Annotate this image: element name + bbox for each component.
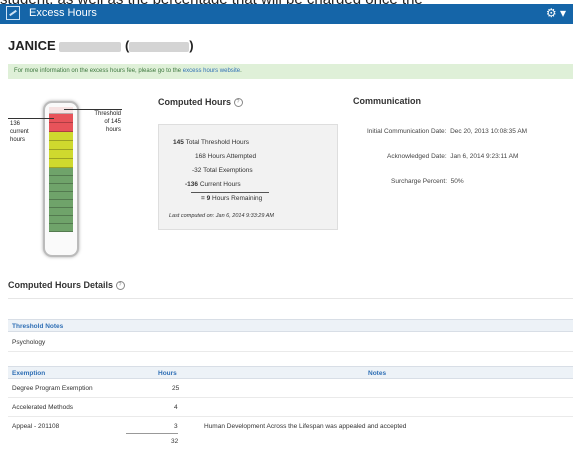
initial-communication-row: Initial Communication Date: Dec 20, 2013… (367, 128, 528, 135)
exemption-cell: Degree Program Exemption (12, 385, 93, 392)
hours-cell: 4 (174, 404, 178, 411)
info-bar-end: . (240, 68, 242, 74)
help-icon[interactable]: ? (115, 281, 125, 291)
gauge-segment (49, 192, 73, 200)
hours-gauge (43, 101, 79, 257)
computed-hours-box: 145 Total Threshold Hours 168 Hours Atte… (158, 124, 338, 230)
communication-heading: Communication (353, 96, 422, 106)
total-rule (126, 433, 178, 434)
gauge-segment (49, 208, 73, 216)
computed-hours-details-heading: Computed Hours Details ? (8, 280, 125, 291)
gauge-segment (49, 224, 73, 232)
current-marker-line (8, 118, 54, 119)
hours-cell: 3 (174, 423, 178, 430)
threshold-hours-row: 145 Total Threshold Hours (173, 139, 250, 146)
computed-hours-heading: Computed Hours ? (158, 97, 243, 108)
gauge-segment (49, 141, 73, 150)
gauge-segment (49, 200, 73, 208)
help-icon[interactable]: ? (233, 98, 243, 108)
exemption-cell: Appeal - 201108 (12, 423, 60, 430)
info-bar: For more information on the excess hours… (8, 64, 573, 79)
exemption-cell: Accelerated Methods (12, 404, 74, 411)
gauge-segment (49, 184, 73, 192)
row-divider (8, 397, 573, 398)
info-bar-text: For more information on the excess hours… (14, 68, 182, 74)
redacted-last-name (59, 41, 122, 52)
app-header: Excess Hours ⚙ ▾ (0, 4, 573, 24)
surcharge-row: Surcharge Percent: 50% (391, 178, 464, 185)
redacted-student-id (129, 41, 190, 52)
gauge-segment (49, 132, 73, 141)
gear-icon[interactable]: ⚙ ▾ (546, 6, 566, 20)
gauge-segment (49, 216, 73, 224)
paren-close: ) (189, 38, 194, 53)
app-title: Excess Hours (29, 7, 97, 19)
gauge-segment (49, 168, 73, 176)
gauge-segment (49, 176, 73, 184)
threshold-notes-value: Psychology (12, 339, 46, 346)
total-hours: 32 (171, 438, 179, 445)
column-hours: Hours (158, 370, 177, 377)
current-hours-row: -136 Current Hours (185, 181, 241, 188)
current-hours-label: 136 current hours (10, 121, 29, 143)
row-divider (8, 351, 573, 352)
gauge-segment (49, 123, 73, 132)
exemption-table-header: Exemption Hours Notes (8, 366, 573, 379)
exemptions-row: -32 Total Exemptions (192, 167, 253, 174)
acknowledged-row: Acknowledged Date: Jan 6, 2014 9:23:11 A… (387, 153, 519, 160)
last-computed: Last computed on: Jan 6, 2014 9:33:29 AM (169, 213, 274, 219)
student-first-name: JANICE (8, 38, 56, 53)
excess-hours-logo-icon (6, 6, 20, 20)
threshold-notes-header: Threshold Notes (8, 319, 573, 332)
attempted-row: 168 Hours Attempted (195, 153, 257, 160)
student-name: JANICE () (8, 38, 194, 53)
section-divider (8, 298, 573, 299)
column-exemption: Exemption (12, 370, 46, 377)
row-divider (8, 416, 573, 417)
hours-cell: 25 (172, 385, 180, 392)
threshold-label: Threshold of 145 hours (94, 111, 121, 133)
excess-hours-website-link[interactable]: excess hours website (183, 68, 240, 74)
notes-cell: Human Development Across the Lifespan wa… (204, 423, 407, 430)
gauge-segment (49, 150, 73, 159)
remaining-row: = 9 Hours Remaining (201, 195, 263, 202)
gauge-segment (49, 159, 73, 168)
column-notes: Notes (368, 370, 387, 377)
sum-rule (191, 192, 269, 193)
